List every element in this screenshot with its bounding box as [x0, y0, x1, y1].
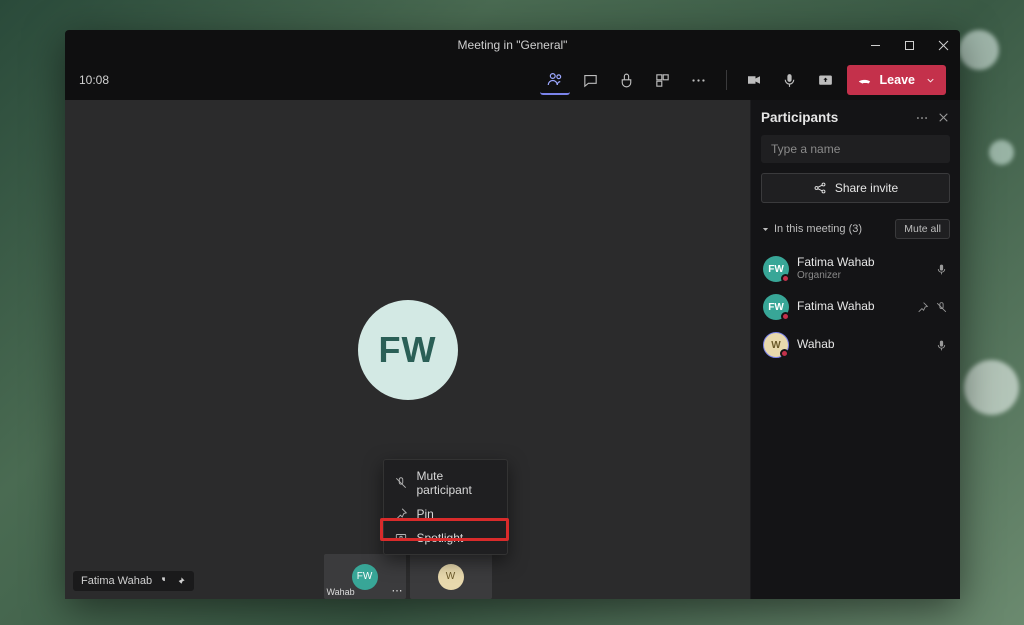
- main-avatar: FW: [358, 300, 458, 400]
- participant-avatar: FW: [763, 256, 789, 282]
- participant-list: FW Fatima WahabOrganizer FW Fatima Wahab…: [761, 251, 950, 363]
- maximize-button[interactable]: [892, 30, 926, 60]
- toolbar-separator: [726, 70, 727, 90]
- titlebar: Meeting in "General": [65, 30, 960, 60]
- spotlight-icon: [394, 531, 408, 545]
- search-input[interactable]: [761, 135, 950, 163]
- participant-avatar: W: [763, 332, 789, 358]
- mute-all-button[interactable]: Mute all: [895, 219, 950, 239]
- mic-muted-icon: [394, 476, 408, 490]
- thumbnail-tile[interactable]: FW Wahab ⋯: [324, 554, 406, 599]
- ctx-pin[interactable]: Pin: [384, 502, 507, 526]
- meeting-timer: 10:08: [79, 73, 109, 87]
- panel-title: Participants: [761, 110, 838, 125]
- panel-more-icon[interactable]: [915, 111, 929, 125]
- rooms-icon[interactable]: [648, 65, 678, 95]
- participant-row[interactable]: FW Fatima Wahab: [761, 289, 950, 325]
- participant-subtitle: Organizer: [797, 270, 927, 282]
- window-controls: [858, 30, 960, 60]
- presence-dot: [781, 312, 790, 321]
- close-button[interactable]: [926, 30, 960, 60]
- app-window: Meeting in "General" 10:08 Leave: [65, 30, 960, 599]
- participant-name: Fatima Wahab: [797, 256, 927, 270]
- window-title: Meeting in "General": [458, 38, 568, 52]
- more-actions-icon[interactable]: [684, 65, 714, 95]
- participant-avatar: FW: [763, 294, 789, 320]
- presence-dot: [780, 349, 789, 358]
- participant-actions[interactable]: [916, 301, 948, 314]
- chevron-down-icon: [761, 225, 770, 234]
- ctx-mute-participant[interactable]: Mute participant: [384, 464, 507, 502]
- pin-icon: [394, 507, 408, 521]
- participant-row[interactable]: W Wahab: [761, 327, 950, 363]
- participant-name: Wahab: [797, 338, 927, 352]
- share-invite-button[interactable]: Share invite: [761, 173, 950, 203]
- participant-actions[interactable]: [935, 339, 948, 352]
- section-toggle[interactable]: In this meeting (3): [761, 223, 862, 235]
- minimize-button[interactable]: [858, 30, 892, 60]
- chat-icon[interactable]: [576, 65, 606, 95]
- chevron-down-icon: [925, 75, 936, 86]
- participant-row[interactable]: FW Fatima WahabOrganizer: [761, 251, 950, 287]
- ctx-spotlight[interactable]: Spotlight: [384, 526, 507, 550]
- share-invite-label: Share invite: [835, 181, 898, 195]
- share-screen-icon[interactable]: [811, 65, 841, 95]
- people-icon[interactable]: [540, 65, 570, 95]
- mic-icon[interactable]: [775, 65, 805, 95]
- thumbnail-name: Wahab: [327, 587, 355, 597]
- thumbnail-tile[interactable]: W: [410, 554, 492, 599]
- participant-name: Fatima Wahab: [797, 300, 908, 314]
- thumbnail-avatar: FW: [352, 564, 378, 590]
- thumbnail-more-icon[interactable]: ⋯: [392, 584, 403, 597]
- reactions-icon[interactable]: [612, 65, 642, 95]
- share-icon: [813, 181, 827, 195]
- panel-close-icon[interactable]: [937, 111, 950, 124]
- thumbnail-avatar: W: [438, 564, 464, 590]
- ctx-pin-label: Pin: [417, 507, 434, 521]
- participant-context-menu: Mute participant Pin Spotlight: [383, 459, 508, 555]
- participant-actions[interactable]: [935, 263, 948, 276]
- presence-dot: [781, 274, 790, 283]
- thumbnail-row: FW Wahab ⋯ W Mute participant Pin Spotli…: [65, 549, 750, 599]
- meeting-toolbar: 10:08 Leave: [65, 60, 960, 100]
- leave-button-label: Leave: [880, 73, 915, 87]
- ctx-spotlight-label: Spotlight: [417, 531, 464, 545]
- section-label: In this meeting (3): [774, 223, 862, 235]
- content-area: FW Fatima Wahab Participants Share invit…: [65, 100, 960, 599]
- participants-panel: Participants Share invite In this meetin…: [750, 100, 960, 599]
- ctx-mute-label: Mute participant: [417, 469, 497, 497]
- leave-button[interactable]: Leave: [847, 65, 946, 95]
- hangup-icon: [857, 73, 872, 88]
- camera-off-icon[interactable]: [739, 65, 769, 95]
